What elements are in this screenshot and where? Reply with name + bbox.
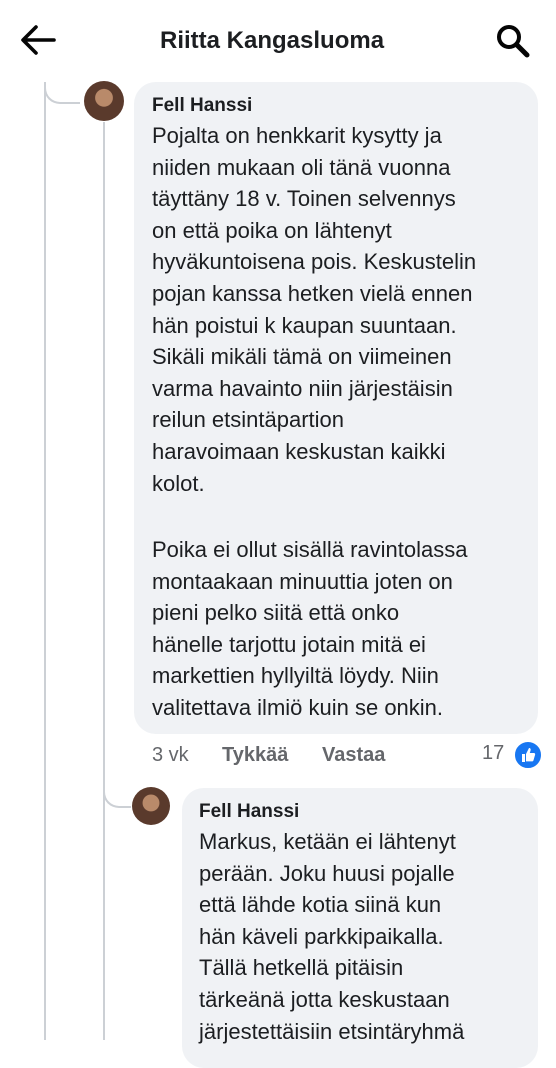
page-title: Riitta Kangasluoma bbox=[160, 27, 385, 54]
thread-connector-reply bbox=[103, 770, 131, 808]
comment-text: Pojalta on henkkarit kysytty ja niiden m… bbox=[152, 123, 477, 496]
comment-text: Markus, ketään ei lähtenyt perään. Joku … bbox=[199, 829, 465, 1044]
top-bar: Riitta Kangasluoma bbox=[0, 0, 556, 82]
thread-line-outer bbox=[44, 82, 46, 1040]
reply-button[interactable]: Vastaa bbox=[322, 744, 385, 767]
comment-author[interactable]: Fell Hanssi bbox=[152, 95, 252, 117]
comment-author[interactable]: Fell Hanssi bbox=[199, 801, 299, 823]
comment-text: Poika ei ollut sisällä ravintolassa mont… bbox=[152, 537, 468, 720]
search-icon[interactable] bbox=[494, 22, 534, 60]
thumbs-up-icon[interactable] bbox=[513, 740, 543, 770]
reaction-count[interactable]: 17 bbox=[482, 742, 504, 765]
thread-connector bbox=[44, 82, 80, 104]
back-arrow-icon[interactable] bbox=[18, 22, 58, 58]
like-button[interactable]: Tykkää bbox=[222, 744, 288, 767]
thread-line-inner bbox=[103, 122, 105, 1040]
avatar[interactable] bbox=[84, 81, 124, 121]
avatar[interactable] bbox=[132, 787, 170, 825]
comment-time[interactable]: 3 vk bbox=[152, 744, 189, 767]
